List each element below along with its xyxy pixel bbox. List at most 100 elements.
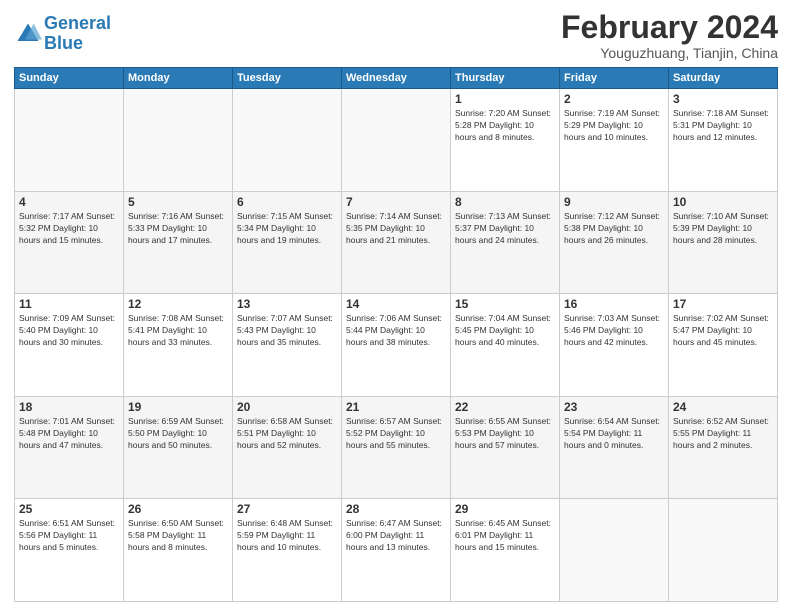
day-info: Sunrise: 7:04 AM Sunset: 5:45 PM Dayligh… <box>455 313 555 349</box>
calendar-cell: 2 Sunrise: 7:19 AM Sunset: 5:29 PM Daylig… <box>560 89 669 192</box>
calendar-cell <box>560 499 669 602</box>
week-row-1: 1Sunrise: 7:20 AM Sunset: 5:28 PM Daylig… <box>15 89 778 192</box>
day-number: 4 <box>19 195 119 209</box>
calendar-cell: 23 Sunrise: 6:54 AM Sunset: 5:54 PM Dayli… <box>560 396 669 499</box>
calendar-cell: 17 Sunrise: 7:02 AM Sunset: 5:47 PM Dayli… <box>669 294 778 397</box>
calendar-cell: 6 Sunrise: 7:15 AM Sunset: 5:34 PM Daylig… <box>233 191 342 294</box>
day-info: Sunrise: 7:16 AM Sunset: 5:33 PM Dayligh… <box>128 211 228 247</box>
day-info: Sunrise: 7:19 AM Sunset: 5:29 PM Dayligh… <box>564 108 664 144</box>
calendar-cell: 26 Sunrise: 6:50 AM Sunset: 5:58 PM Dayli… <box>124 499 233 602</box>
day-number: 17 <box>673 297 773 311</box>
calendar-cell: 25Sunrise: 6:51 AM Sunset: 5:56 PM Dayli… <box>15 499 124 602</box>
day-number: 10 <box>673 195 773 209</box>
page: General Blue February 2024 Youguzhuang, … <box>0 0 792 612</box>
weekday-header-thursday: Thursday <box>451 68 560 89</box>
day-info: Sunrise: 6:54 AM Sunset: 5:54 PM Dayligh… <box>564 416 664 452</box>
calendar-cell <box>342 89 451 192</box>
day-number: 19 <box>128 400 228 414</box>
logo-icon <box>14 20 42 48</box>
day-info: Sunrise: 7:18 AM Sunset: 5:31 PM Dayligh… <box>673 108 773 144</box>
week-row-2: 4Sunrise: 7:17 AM Sunset: 5:32 PM Daylig… <box>15 191 778 294</box>
weekday-header-friday: Friday <box>560 68 669 89</box>
day-number: 18 <box>19 400 119 414</box>
day-number: 5 <box>128 195 228 209</box>
day-number: 2 <box>564 92 664 106</box>
day-info: Sunrise: 7:12 AM Sunset: 5:38 PM Dayligh… <box>564 211 664 247</box>
day-number: 23 <box>564 400 664 414</box>
weekday-header-wednesday: Wednesday <box>342 68 451 89</box>
calendar-cell: 15Sunrise: 7:04 AM Sunset: 5:45 PM Dayli… <box>451 294 560 397</box>
day-number: 6 <box>237 195 337 209</box>
calendar-cell: 3 Sunrise: 7:18 AM Sunset: 5:31 PM Daylig… <box>669 89 778 192</box>
day-info: Sunrise: 6:58 AM Sunset: 5:51 PM Dayligh… <box>237 416 337 452</box>
day-info: Sunrise: 7:08 AM Sunset: 5:41 PM Dayligh… <box>128 313 228 349</box>
day-info: Sunrise: 7:20 AM Sunset: 5:28 PM Dayligh… <box>455 108 555 144</box>
weekday-header-sunday: Sunday <box>15 68 124 89</box>
day-number: 7 <box>346 195 446 209</box>
day-info: Sunrise: 7:10 AM Sunset: 5:39 PM Dayligh… <box>673 211 773 247</box>
day-number: 3 <box>673 92 773 106</box>
day-number: 12 <box>128 297 228 311</box>
day-info: Sunrise: 6:50 AM Sunset: 5:58 PM Dayligh… <box>128 518 228 554</box>
calendar-cell: 10 Sunrise: 7:10 AM Sunset: 5:39 PM Dayli… <box>669 191 778 294</box>
calendar-title: February 2024 <box>561 10 778 45</box>
day-number: 9 <box>564 195 664 209</box>
day-info: Sunrise: 7:03 AM Sunset: 5:46 PM Dayligh… <box>564 313 664 349</box>
week-row-3: 11 Sunrise: 7:09 AM Sunset: 5:40 PM Dayli… <box>15 294 778 397</box>
logo-text: General Blue <box>44 14 111 54</box>
calendar-cell: 19 Sunrise: 6:59 AM Sunset: 5:50 PM Dayli… <box>124 396 233 499</box>
calendar-cell <box>124 89 233 192</box>
week-row-5: 25Sunrise: 6:51 AM Sunset: 5:56 PM Dayli… <box>15 499 778 602</box>
calendar-cell: 27 Sunrise: 6:48 AM Sunset: 5:59 PM Dayli… <box>233 499 342 602</box>
day-number: 22 <box>455 400 555 414</box>
week-row-4: 18 Sunrise: 7:01 AM Sunset: 5:48 PM Dayli… <box>15 396 778 499</box>
day-number: 8 <box>455 195 555 209</box>
day-info: Sunrise: 6:47 AM Sunset: 6:00 PM Dayligh… <box>346 518 446 554</box>
calendar-cell: 29 Sunrise: 6:45 AM Sunset: 6:01 PM Dayli… <box>451 499 560 602</box>
day-info: Sunrise: 6:45 AM Sunset: 6:01 PM Dayligh… <box>455 518 555 554</box>
calendar-table: SundayMondayTuesdayWednesdayThursdayFrid… <box>14 67 778 602</box>
weekday-header-row: SundayMondayTuesdayWednesdayThursdayFrid… <box>15 68 778 89</box>
title-block: February 2024 Youguzhuang, Tianjin, Chin… <box>561 10 778 61</box>
weekday-header-tuesday: Tuesday <box>233 68 342 89</box>
calendar-cell: 9 Sunrise: 7:12 AM Sunset: 5:38 PM Daylig… <box>560 191 669 294</box>
day-info: Sunrise: 6:57 AM Sunset: 5:52 PM Dayligh… <box>346 416 446 452</box>
calendar-cell <box>15 89 124 192</box>
calendar-cell: 11 Sunrise: 7:09 AM Sunset: 5:40 PM Dayli… <box>15 294 124 397</box>
calendar-cell <box>669 499 778 602</box>
calendar-cell: 16 Sunrise: 7:03 AM Sunset: 5:46 PM Dayli… <box>560 294 669 397</box>
day-number: 29 <box>455 502 555 516</box>
day-info: Sunrise: 7:09 AM Sunset: 5:40 PM Dayligh… <box>19 313 119 349</box>
calendar-cell: 24 Sunrise: 6:52 AM Sunset: 5:55 PM Dayli… <box>669 396 778 499</box>
day-info: Sunrise: 7:01 AM Sunset: 5:48 PM Dayligh… <box>19 416 119 452</box>
calendar-cell: 28 Sunrise: 6:47 AM Sunset: 6:00 PM Dayli… <box>342 499 451 602</box>
day-info: Sunrise: 6:59 AM Sunset: 5:50 PM Dayligh… <box>128 416 228 452</box>
calendar-cell: 21 Sunrise: 6:57 AM Sunset: 5:52 PM Dayli… <box>342 396 451 499</box>
day-number: 28 <box>346 502 446 516</box>
day-number: 27 <box>237 502 337 516</box>
calendar-cell: 20 Sunrise: 6:58 AM Sunset: 5:51 PM Dayli… <box>233 396 342 499</box>
weekday-header-saturday: Saturday <box>669 68 778 89</box>
day-info: Sunrise: 7:15 AM Sunset: 5:34 PM Dayligh… <box>237 211 337 247</box>
day-number: 13 <box>237 297 337 311</box>
day-number: 16 <box>564 297 664 311</box>
day-info: Sunrise: 6:52 AM Sunset: 5:55 PM Dayligh… <box>673 416 773 452</box>
day-info: Sunrise: 7:13 AM Sunset: 5:37 PM Dayligh… <box>455 211 555 247</box>
day-info: Sunrise: 6:48 AM Sunset: 5:59 PM Dayligh… <box>237 518 337 554</box>
weekday-header-monday: Monday <box>124 68 233 89</box>
calendar-cell: 14Sunrise: 7:06 AM Sunset: 5:44 PM Dayli… <box>342 294 451 397</box>
day-info: Sunrise: 7:06 AM Sunset: 5:44 PM Dayligh… <box>346 313 446 349</box>
calendar-subtitle: Youguzhuang, Tianjin, China <box>561 45 778 61</box>
day-number: 21 <box>346 400 446 414</box>
calendar-cell: 7Sunrise: 7:14 AM Sunset: 5:35 PM Daylig… <box>342 191 451 294</box>
day-number: 24 <box>673 400 773 414</box>
day-number: 20 <box>237 400 337 414</box>
logo: General Blue <box>14 14 111 54</box>
header: General Blue February 2024 Youguzhuang, … <box>14 10 778 61</box>
calendar-cell: 18 Sunrise: 7:01 AM Sunset: 5:48 PM Dayli… <box>15 396 124 499</box>
calendar-cell: 4Sunrise: 7:17 AM Sunset: 5:32 PM Daylig… <box>15 191 124 294</box>
calendar-cell: 22Sunrise: 6:55 AM Sunset: 5:53 PM Dayli… <box>451 396 560 499</box>
day-number: 26 <box>128 502 228 516</box>
day-info: Sunrise: 7:02 AM Sunset: 5:47 PM Dayligh… <box>673 313 773 349</box>
day-number: 11 <box>19 297 119 311</box>
